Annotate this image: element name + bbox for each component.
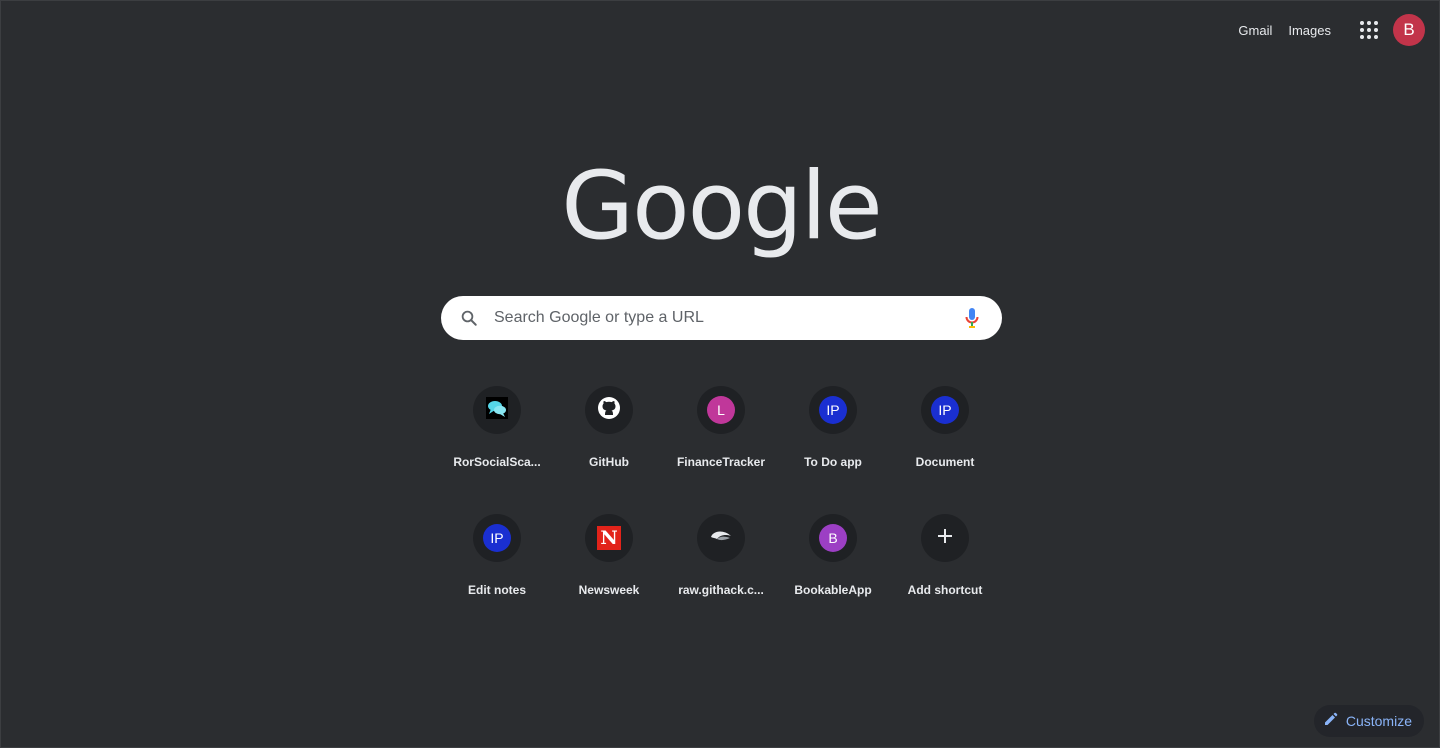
letter-icon: IP <box>819 396 847 424</box>
search-input[interactable] <box>492 308 960 328</box>
shortcut-icon-wrap: IP <box>473 514 521 562</box>
shortcut-title: Newsweek <box>578 583 640 597</box>
shortcut-title: GitHub <box>589 455 629 469</box>
shortcut-icon-wrap: IP <box>809 386 857 434</box>
chat-bubbles-icon <box>486 396 508 424</box>
newsweek-icon: N <box>597 526 621 550</box>
shortcut-icon-wrap: N <box>585 514 633 562</box>
githack-icon <box>709 528 733 549</box>
shortcut-tile[interactable]: IP Edit notes <box>441 501 553 613</box>
shortcut-icon-wrap: B <box>809 514 857 562</box>
google-logo: Google <box>561 152 882 261</box>
shortcut-title: raw.githack.c... <box>678 583 764 597</box>
gmail-link[interactable]: Gmail <box>1238 23 1272 38</box>
shortcut-tile[interactable]: B BookableApp <box>777 501 889 613</box>
shortcut-icon-wrap: IP <box>921 386 969 434</box>
shortcut-tile[interactable]: IP To Do app <box>777 373 889 485</box>
plus-icon <box>938 528 952 548</box>
customize-label: Customize <box>1345 713 1412 729</box>
shortcut-tile[interactable]: N Newsweek <box>553 501 665 613</box>
shortcut-tile[interactable]: raw.githack.c... <box>665 501 777 613</box>
shortcut-icon-wrap <box>473 386 521 434</box>
letter-icon: B <box>819 524 847 552</box>
shortcut-tile[interactable]: GitHub <box>553 373 665 485</box>
shortcut-icon-wrap <box>585 386 633 434</box>
add-shortcut-tile[interactable]: Add shortcut <box>889 501 1001 613</box>
pencil-icon <box>1324 712 1338 731</box>
shortcut-title: To Do app <box>804 455 862 469</box>
images-link[interactable]: Images <box>1288 23 1331 38</box>
shortcut-icon-wrap <box>697 514 745 562</box>
voice-search-icon[interactable] <box>960 306 984 330</box>
shortcut-icon-wrap <box>921 514 969 562</box>
shortcut-tile[interactable]: RorSocialSca... <box>441 373 553 485</box>
shortcut-title: BookableApp <box>794 583 872 597</box>
github-icon <box>597 396 621 425</box>
shortcut-title: Document <box>915 455 975 469</box>
apps-grid-icon <box>1360 21 1378 39</box>
top-bar: Gmail Images B <box>1238 11 1425 49</box>
search-icon <box>459 308 479 328</box>
shortcut-tile[interactable]: IP Document <box>889 373 1001 485</box>
letter-icon: IP <box>931 396 959 424</box>
shortcuts-grid: RorSocialSca... GitHub L FinanceTracker <box>441 373 1001 629</box>
letter-icon: IP <box>483 524 511 552</box>
google-apps-button[interactable] <box>1353 14 1385 46</box>
shortcut-title: RorSocialSca... <box>453 455 541 469</box>
shortcut-title: FinanceTracker <box>676 455 766 469</box>
shortcut-tile[interactable]: L FinanceTracker <box>665 373 777 485</box>
search-box[interactable] <box>441 296 1002 340</box>
shortcut-title: Edit notes <box>467 583 526 597</box>
customize-button[interactable]: Customize <box>1313 705 1424 737</box>
new-tab-page: Gmail Images B Google Search Google or t… <box>0 0 1440 748</box>
shortcut-icon-wrap: L <box>697 386 745 434</box>
letter-icon: L <box>707 396 735 424</box>
account-avatar[interactable]: B <box>1393 14 1425 46</box>
shortcut-title: Add shortcut <box>907 583 983 597</box>
